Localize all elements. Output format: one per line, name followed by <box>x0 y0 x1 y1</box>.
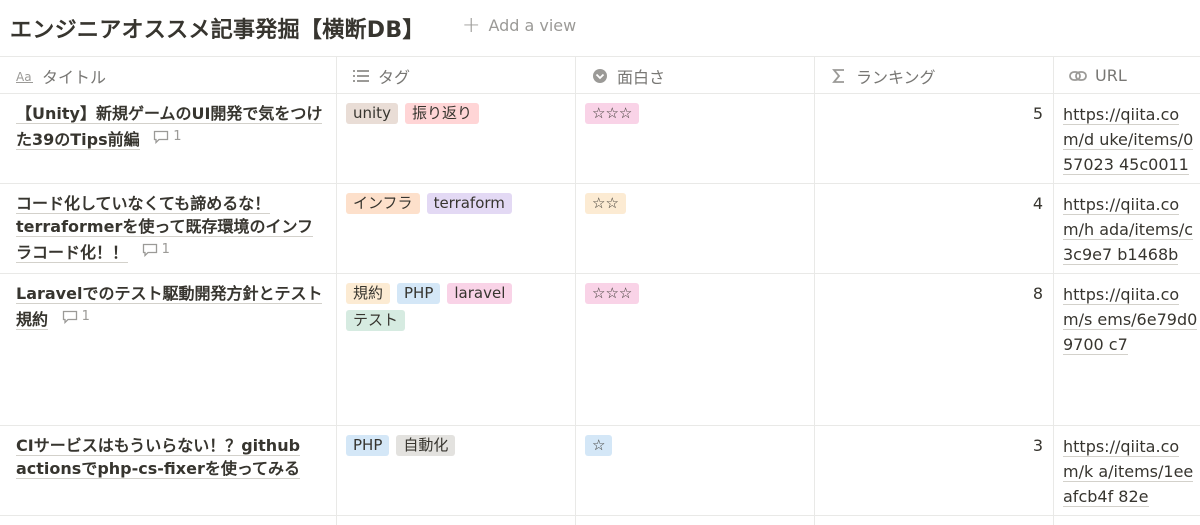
column-header-rating[interactable]: 面白さ <box>575 57 814 94</box>
tags-cell[interactable]: 規約 PHP laravel テスト <box>336 274 575 425</box>
page-title-link[interactable]: CIサービスはもういらない！？github actionsでphp-cs-fix… <box>16 436 301 479</box>
comment-indicator[interactable]: 1 <box>142 238 170 261</box>
multi-select-list-icon <box>352 69 370 83</box>
comment-indicator[interactable]: 1 <box>62 305 90 328</box>
comment-icon <box>62 310 77 324</box>
title-cell[interactable]: Laravelでのテスト駆動開発方針とテスト規約 1 <box>0 274 336 425</box>
table-row[interactable]: コード化していなくても諦めるな！terraformerを使って既存環境のインフラ… <box>0 184 1200 274</box>
column-header-tags[interactable]: タグ <box>336 57 575 94</box>
column-header-ranking[interactable]: ランキング <box>814 57 1053 94</box>
title-cell[interactable]: 【Unity】新規ゲームのUI開発で気をつけた39のTips前編 1 <box>0 94 336 183</box>
tags-cell[interactable]: unity 振り返り <box>336 94 575 183</box>
table-row[interactable]: CIサービスはもういらない！？github actionsでphp-cs-fix… <box>0 426 1200 516</box>
tag-chip: 振り返り <box>404 103 479 124</box>
tag-chip: テスト <box>346 310 406 331</box>
add-view-label: Add a view <box>488 16 577 35</box>
rating-chip: ☆☆☆ <box>585 283 640 304</box>
tag-chip: unity <box>346 103 398 124</box>
comment-icon <box>154 130 169 144</box>
ranking-cell: 5 <box>814 94 1053 183</box>
rating-cell[interactable]: ☆☆☆ <box>575 94 814 183</box>
ranking-value: 3 <box>1032 436 1043 455</box>
plus-icon: + <box>462 12 481 38</box>
column-header-label: 面白さ <box>617 67 666 87</box>
comment-indicator[interactable]: 1 <box>153 125 182 148</box>
column-header-title[interactable]: Aa タイトル <box>0 57 336 94</box>
rating-cell[interactable]: ☆ <box>575 426 814 515</box>
title-cell[interactable]: コード化していなくても諦めるな！terraformerを使って既存環境のインフラ… <box>0 184 336 273</box>
table-row[interactable]: 【Unity】新規ゲームのUI開発で気をつけた39のTips前編 1 unity… <box>0 94 1200 184</box>
formula-sigma-icon <box>830 68 848 84</box>
url-cell[interactable]: https://qiita.com/k a/items/1eeafcb4f 82… <box>1053 426 1200 515</box>
add-view-button[interactable]: + Add a view <box>462 12 577 38</box>
column-header-label: タイトル <box>42 67 107 87</box>
url-cell[interactable]: https://qiita.com/s ems/6e79d09700 c7 <box>1053 274 1200 425</box>
select-chevron-icon <box>591 68 609 84</box>
tag-chip: PHP <box>397 283 441 304</box>
url-link[interactable]: https://qiita.com/h ada/items/c3c9e7 b14… <box>1063 195 1194 265</box>
table-row[interactable]: Laravelでのテスト駆動開発方針とテスト規約 1 規約 PHP larave… <box>0 274 1200 426</box>
comment-count: 1 <box>81 309 90 324</box>
url-cell[interactable]: https://qiita.com/d uke/items/057023 45c… <box>1053 94 1200 183</box>
url-link[interactable]: https://qiita.com/d uke/items/057023 45c… <box>1063 105 1194 175</box>
tag-chip: 規約 <box>346 283 391 304</box>
tags-cell[interactable]: PHP 自動化 <box>336 426 575 515</box>
database-title[interactable]: エンジニアオススメ記事発掘【横断DB】 <box>10 12 425 44</box>
tag-chip: terraform <box>426 193 512 214</box>
link-icon <box>1069 69 1087 83</box>
svg-text:Aa: Aa <box>16 70 32 83</box>
column-header-label: ランキング <box>856 67 936 87</box>
tag-chip: PHP <box>346 435 390 456</box>
rating-cell[interactable]: ☆☆ <box>575 184 814 273</box>
title-property-icon: Aa <box>16 69 34 83</box>
rating-chip: ☆☆ <box>585 193 626 214</box>
comment-count: 1 <box>173 129 182 144</box>
title-cell[interactable]: CIサービスはもういらない！？github actionsでphp-cs-fix… <box>0 426 336 515</box>
ranking-cell: 8 <box>814 274 1053 425</box>
ranking-value: 8 <box>1032 284 1043 303</box>
column-header-label: タグ <box>378 67 411 87</box>
rating-cell[interactable]: ☆☆☆ <box>575 274 814 425</box>
comment-icon <box>142 243 157 257</box>
url-cell[interactable]: https://qiita.com/h ada/items/c3c9e7 b14… <box>1053 184 1200 273</box>
rating-chip: ☆ <box>585 435 613 456</box>
database-header: エンジニアオススメ記事発掘【横断DB】 + Add a view <box>0 0 1200 56</box>
url-link[interactable]: https://qiita.com/s ems/6e79d09700 c7 <box>1063 285 1198 355</box>
ranking-cell: 4 <box>814 184 1053 273</box>
tag-chip: インフラ <box>346 193 420 214</box>
comment-count: 1 <box>161 242 170 257</box>
url-link[interactable]: https://qiita.com/k a/items/1eeafcb4f 82… <box>1063 437 1194 507</box>
tags-cell[interactable]: インフラ terraform <box>336 184 575 273</box>
ranking-value: 4 <box>1032 194 1043 213</box>
column-header-url[interactable]: URL <box>1053 57 1200 94</box>
ranking-cell: 3 <box>814 426 1053 515</box>
ranking-value: 5 <box>1032 104 1043 123</box>
table-header-row: Aa タイトル タグ 面白さ ランキング URL <box>0 56 1200 94</box>
column-header-label: URL <box>1095 66 1127 85</box>
tag-chip: 自動化 <box>396 435 456 456</box>
rating-chip: ☆☆☆ <box>585 103 640 124</box>
tag-chip: laravel <box>447 283 513 304</box>
